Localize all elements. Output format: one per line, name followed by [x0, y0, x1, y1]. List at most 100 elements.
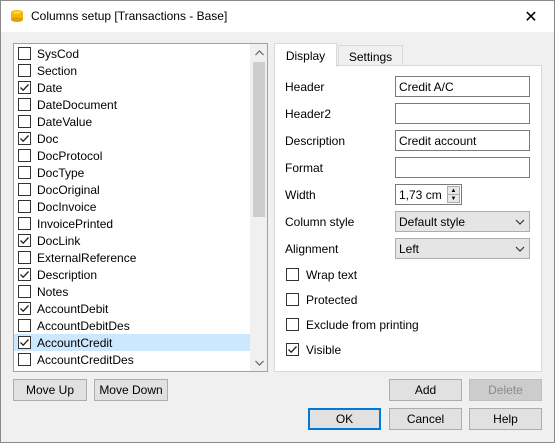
app-logo-icon: [11, 10, 23, 22]
column-checkbox[interactable]: [18, 166, 31, 179]
wrap-text-option[interactable]: Wrap text: [286, 267, 357, 282]
scroll-thumb[interactable]: [253, 62, 265, 217]
alignment-value: Left: [399, 241, 420, 256]
column-checkbox[interactable]: [18, 183, 31, 196]
column-label: DocType: [37, 165, 85, 180]
list-item[interactable]: ExternalReference: [14, 249, 250, 266]
tab-display[interactable]: Display: [274, 43, 337, 67]
column-style-select[interactable]: Default style: [395, 211, 530, 232]
columns-list[interactable]: AccountCreditDes AccountCredit AccountDebi…: [13, 43, 268, 372]
column-checkbox[interactable]: [18, 115, 31, 128]
columns-setup-dialog: Columns setup [Transactions - Base] ✕ Ac…: [0, 0, 555, 443]
column-checkbox[interactable]: [18, 251, 31, 264]
close-button[interactable]: ✕: [508, 1, 554, 32]
list-item[interactable]: InvoicePrinted: [14, 215, 250, 232]
spin-down-icon[interactable]: ▼: [448, 194, 459, 202]
column-label: DocOriginal: [37, 182, 100, 197]
description-field[interactable]: Credit account: [395, 130, 530, 151]
column-label: Description: [37, 267, 98, 282]
spin-up-icon[interactable]: ▲: [448, 187, 459, 194]
list-item[interactable]: DocType: [14, 164, 250, 181]
list-item[interactable]: Section: [14, 62, 250, 79]
list-item[interactable]: DocLink: [14, 232, 250, 249]
header2-field[interactable]: [395, 103, 530, 124]
spinner-buttons[interactable]: ▲ ▼: [447, 186, 460, 203]
list-item[interactable]: DateValue: [14, 113, 250, 130]
tab-settings[interactable]: Settings: [338, 45, 403, 67]
list-item[interactable]: DocOriginal: [14, 181, 250, 198]
column-checkbox[interactable]: [18, 81, 31, 94]
scroll-down-arrow-icon[interactable]: [251, 354, 267, 371]
header2-label: Header2: [285, 107, 332, 121]
move-up-button[interactable]: Move Up: [13, 379, 87, 401]
scroll-up-arrow-icon[interactable]: [251, 44, 267, 61]
column-checkbox[interactable]: [18, 200, 31, 213]
wrap-text-checkbox[interactable]: [286, 268, 299, 281]
column-checkbox[interactable]: [18, 98, 31, 111]
format-field[interactable]: [395, 157, 530, 178]
column-style-value: Default style: [399, 214, 466, 229]
list-item[interactable]: AccountDebit: [14, 300, 250, 317]
header-field[interactable]: Credit A/C: [395, 76, 530, 97]
alignment-select[interactable]: Left: [395, 238, 530, 259]
checkmark-icon: [20, 271, 29, 279]
column-checkbox[interactable]: [18, 319, 31, 332]
exclude-from-printing-option[interactable]: Exclude from printing: [286, 317, 419, 332]
list-item[interactable]: Date: [14, 79, 250, 96]
column-checkbox[interactable]: [18, 149, 31, 162]
exclude-from-printing-label: Exclude from printing: [306, 317, 419, 332]
column-checkbox[interactable]: [18, 234, 31, 247]
checkmark-icon: [20, 237, 29, 245]
visible-checkbox[interactable]: [286, 343, 299, 356]
list-item[interactable]: DateDocument: [14, 96, 250, 113]
column-label: DocInvoice: [37, 199, 97, 214]
column-checkbox[interactable]: [18, 47, 31, 60]
list-item[interactable]: DocInvoice: [14, 198, 250, 215]
checkmark-icon: [20, 305, 29, 313]
visible-option[interactable]: Visible: [286, 342, 341, 357]
list-item[interactable]: Description: [14, 266, 250, 283]
checkmark-icon: [288, 346, 297, 354]
protected-checkbox[interactable]: [286, 293, 299, 306]
column-checkbox[interactable]: [18, 285, 31, 298]
add-button[interactable]: Add: [389, 379, 462, 401]
width-spinner[interactable]: 1,73 cm ▲ ▼: [395, 184, 462, 205]
header-label: Header: [285, 80, 325, 94]
protected-option[interactable]: Protected: [286, 292, 357, 307]
protected-label: Protected: [306, 292, 358, 307]
column-style-label: Column style: [285, 215, 355, 229]
checkmark-icon: [20, 339, 29, 347]
list-item[interactable]: AccountDebitDes: [14, 317, 250, 334]
chevron-down-icon: [515, 246, 525, 252]
list-item[interactable]: Doc: [14, 130, 250, 147]
column-checkbox[interactable]: [18, 64, 31, 77]
list-scrollbar[interactable]: [250, 44, 267, 371]
column-label: DocLink: [37, 233, 81, 248]
list-item[interactable]: DocProtocol: [14, 147, 250, 164]
column-label: DocProtocol: [37, 148, 103, 163]
window-title: Columns setup [Transactions - Base]: [31, 9, 228, 23]
delete-button[interactable]: Delete: [469, 379, 542, 401]
column-checkbox[interactable]: [18, 268, 31, 281]
list-item[interactable]: SysCod: [14, 45, 250, 62]
column-checkbox[interactable]: [18, 302, 31, 315]
column-label: ExternalReference: [37, 250, 137, 265]
column-label: Date: [37, 80, 63, 95]
list-item[interactable]: AccountCredit: [14, 334, 250, 351]
list-item[interactable]: AccountCreditDes: [14, 351, 250, 368]
column-label: Notes: [37, 284, 69, 299]
exclude-from-printing-checkbox[interactable]: [286, 318, 299, 331]
visible-label: Visible: [306, 342, 342, 357]
column-checkbox[interactable]: [18, 217, 31, 230]
column-label: AccountDebit: [37, 301, 109, 316]
alignment-label: Alignment: [285, 242, 339, 256]
list-item[interactable]: Notes: [14, 283, 250, 300]
column-checkbox[interactable]: [18, 353, 31, 366]
ok-button[interactable]: OK: [308, 408, 381, 430]
help-button[interactable]: Help: [469, 408, 542, 430]
width-value: 1,73 cm: [399, 187, 442, 202]
column-checkbox[interactable]: [18, 336, 31, 349]
move-down-button[interactable]: Move Down: [94, 379, 168, 401]
cancel-button[interactable]: Cancel: [389, 408, 462, 430]
column-checkbox[interactable]: [18, 132, 31, 145]
